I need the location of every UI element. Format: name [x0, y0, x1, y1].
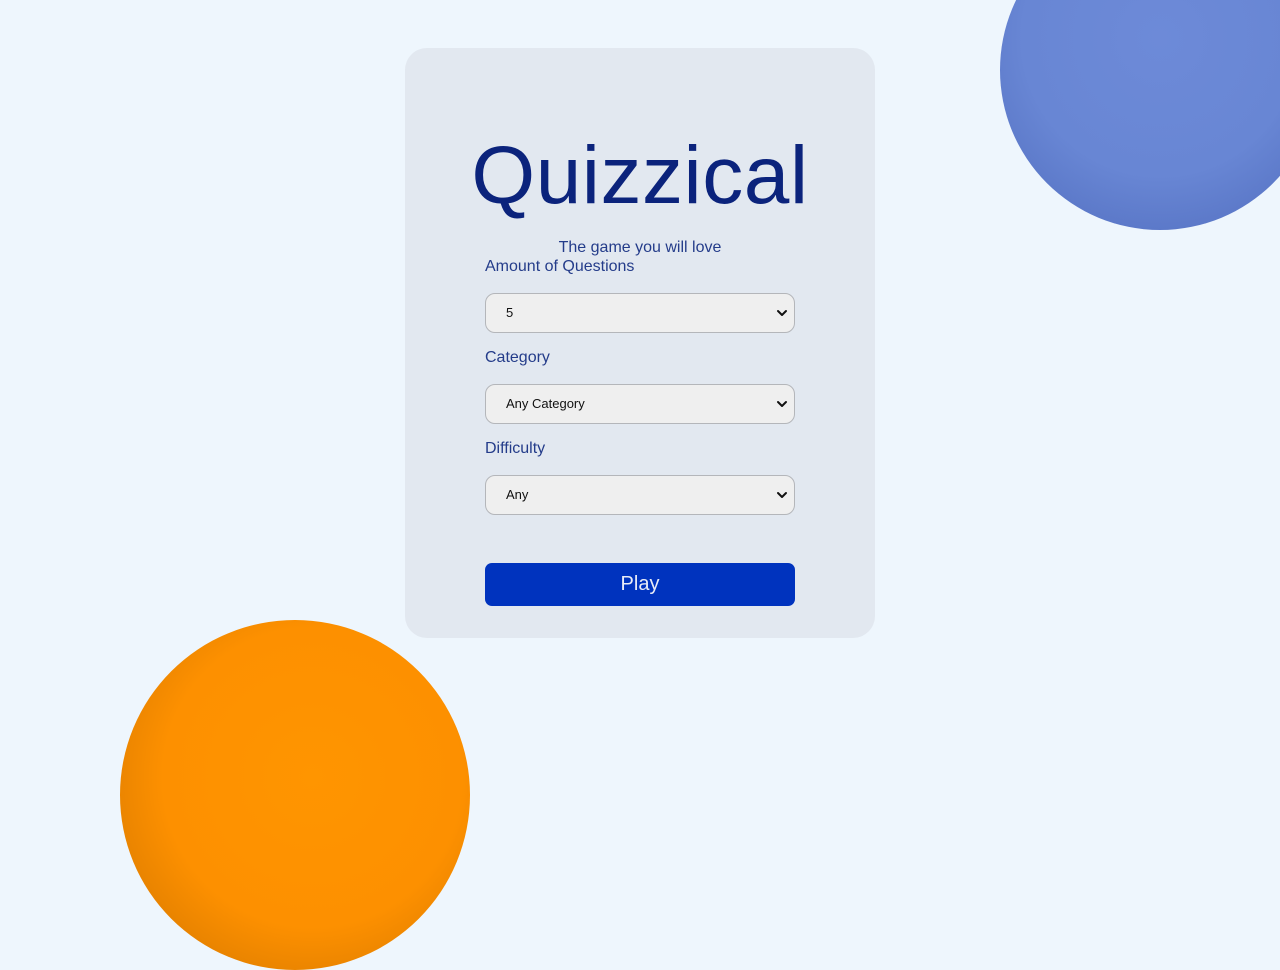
play-button[interactable]: Play — [485, 563, 795, 606]
decorative-blue-blob — [1000, 0, 1280, 230]
category-select-value: Any Category — [506, 396, 585, 411]
amount-select[interactable]: 5 — [485, 293, 795, 333]
category-label: Category — [485, 349, 550, 366]
app-title: Quizzical — [471, 130, 809, 221]
chevron-down-icon — [777, 492, 787, 498]
difficulty-select[interactable]: Any — [485, 475, 795, 515]
chevron-down-icon — [777, 401, 787, 407]
difficulty-label: Difficulty — [485, 440, 546, 457]
difficulty-select-value: Any — [506, 487, 529, 502]
app-subtitle: The game you will love — [558, 239, 722, 256]
start-card: Quizzical The game you will love Amount … — [405, 48, 875, 638]
amount-label: Amount of Questions — [485, 258, 635, 275]
category-select[interactable]: Any Category — [485, 384, 795, 424]
chevron-down-icon — [777, 310, 787, 316]
amount-select-value: 5 — [506, 305, 514, 320]
decorative-orange-blob — [120, 620, 470, 970]
